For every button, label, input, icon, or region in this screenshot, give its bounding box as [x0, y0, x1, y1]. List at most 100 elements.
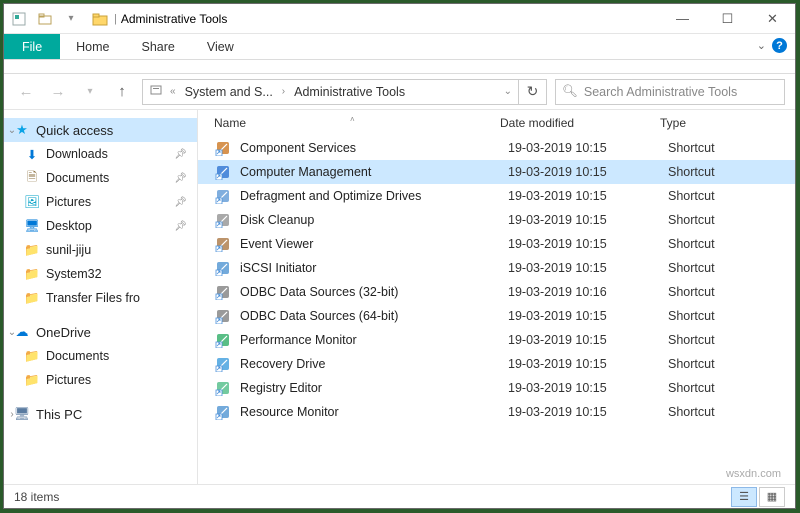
file-date: 19-03-2019 10:15	[508, 261, 668, 275]
shortcut-icon	[214, 139, 232, 157]
maximize-button[interactable]: ☐	[705, 4, 750, 34]
nav-onedrive-pictures[interactable]: 📁 Pictures	[4, 368, 197, 392]
shortcut-icon	[214, 307, 232, 325]
file-date: 19-03-2019 10:16	[508, 285, 668, 299]
nav-pictures[interactable]: 🖼 Pictures 📌︎	[4, 190, 197, 214]
file-row[interactable]: iSCSI Initiator19-03-2019 10:15Shortcut	[198, 256, 795, 280]
file-date: 19-03-2019 10:15	[508, 381, 668, 395]
file-name: Recovery Drive	[240, 357, 508, 371]
pin-icon: 📌︎	[174, 221, 187, 232]
refresh-button[interactable]: ↻	[519, 79, 547, 105]
file-date: 19-03-2019 10:15	[508, 357, 668, 371]
desktop-icon: 🖥	[24, 218, 40, 234]
nav-onedrive-documents[interactable]: 📁 Documents	[4, 344, 197, 368]
nav-label: OneDrive	[36, 325, 91, 340]
file-type: Shortcut	[668, 333, 795, 347]
nav-documents[interactable]: 🗎 Documents 📌︎	[4, 166, 197, 190]
minimize-button[interactable]: —	[660, 4, 705, 34]
tab-home[interactable]: Home	[60, 34, 125, 59]
column-headers: Name ˄ Date modified Type	[198, 110, 795, 136]
expander-icon[interactable]: ›	[6, 409, 18, 420]
breadcrumb-item[interactable]: System and S...	[183, 85, 275, 99]
nav-quick-access[interactable]: ⌄ ★ Quick access	[4, 118, 197, 142]
nav-label: Pictures	[46, 373, 91, 387]
expander-icon[interactable]: ⌄	[6, 327, 18, 338]
view-details-button[interactable]: ☰	[731, 487, 757, 507]
file-date: 19-03-2019 10:15	[508, 309, 668, 323]
shortcut-icon	[214, 235, 232, 253]
file-name: Computer Management	[240, 165, 508, 179]
nav-recent-dropdown[interactable]: ▾	[78, 80, 102, 104]
nav-recent-folder[interactable]: 📁 System32	[4, 262, 197, 286]
shortcut-icon	[214, 379, 232, 397]
file-type: Shortcut	[668, 213, 795, 227]
column-type[interactable]: Type	[660, 116, 795, 130]
file-row[interactable]: Component Services19-03-2019 10:15Shortc…	[198, 136, 795, 160]
column-date[interactable]: Date modified	[500, 116, 660, 130]
nav-label: Quick access	[36, 123, 113, 138]
ribbon-expand-icon[interactable]: ⌄	[757, 39, 766, 52]
shortcut-icon	[214, 283, 232, 301]
chevron-right-icon[interactable]: «	[167, 86, 179, 97]
qat-newfolder-icon[interactable]	[34, 8, 56, 30]
folder-icon: 📁	[24, 290, 40, 306]
file-name: Disk Cleanup	[240, 213, 508, 227]
file-row[interactable]: Recovery Drive19-03-2019 10:15Shortcut	[198, 352, 795, 376]
folder-icon: 📁	[24, 372, 40, 388]
shortcut-icon	[214, 163, 232, 181]
shortcut-icon	[214, 355, 232, 373]
view-icons-button[interactable]: ▦	[759, 487, 785, 507]
shortcut-icon	[214, 259, 232, 277]
nav-this-pc[interactable]: › 🖥 This PC	[4, 402, 197, 426]
file-row[interactable]: Resource Monitor19-03-2019 10:15Shortcut	[198, 400, 795, 424]
shortcut-icon	[214, 403, 232, 421]
file-row[interactable]: Computer Management19-03-2019 10:15Short…	[198, 160, 795, 184]
nav-downloads[interactable]: ⬇ Downloads 📌︎	[4, 142, 197, 166]
column-name[interactable]: Name ˄	[210, 116, 500, 130]
title-separator: |	[114, 13, 117, 25]
tab-view[interactable]: View	[191, 34, 250, 59]
tab-share[interactable]: Share	[126, 34, 191, 59]
nav-onedrive[interactable]: ⌄ ☁ OneDrive	[4, 320, 197, 344]
nav-recent-folder[interactable]: 📁 Transfer Files fro	[4, 286, 197, 310]
address-dropdown-icon[interactable]: ⌄	[504, 86, 512, 97]
nav-forward-button[interactable]: →	[46, 80, 70, 104]
file-row[interactable]: Defragment and Optimize Drives19-03-2019…	[198, 184, 795, 208]
folder-icon: 📁	[24, 348, 40, 364]
expander-icon[interactable]: ⌄	[6, 125, 18, 136]
download-icon: ⬇	[24, 146, 40, 162]
close-button[interactable]: ✕	[750, 4, 795, 34]
file-type: Shortcut	[668, 261, 795, 275]
pin-icon: 📌︎	[174, 173, 187, 184]
explorer-window: ▾ | Administrative Tools — ☐ ✕ File Home…	[3, 3, 796, 509]
file-row[interactable]: ODBC Data Sources (32-bit)19-03-2019 10:…	[198, 280, 795, 304]
search-input[interactable]: 🔍︎ Search Administrative Tools	[555, 79, 785, 105]
file-row[interactable]: Event Viewer19-03-2019 10:15Shortcut	[198, 232, 795, 256]
nav-label: Desktop	[46, 219, 92, 233]
help-icon[interactable]: ?	[772, 38, 787, 53]
nav-recent-folder[interactable]: 📁 sunil-jiju	[4, 238, 197, 262]
file-tab[interactable]: File	[4, 34, 60, 59]
breadcrumb[interactable]: « System and S... › Administrative Tools…	[142, 79, 519, 105]
file-list-area: Name ˄ Date modified Type Component Serv…	[198, 110, 795, 484]
file-row[interactable]: Registry Editor19-03-2019 10:15Shortcut	[198, 376, 795, 400]
file-type: Shortcut	[668, 189, 795, 203]
breadcrumb-root-icon	[149, 83, 163, 100]
pin-icon: 📌︎	[174, 197, 187, 208]
file-date: 19-03-2019 10:15	[508, 333, 668, 347]
nav-desktop[interactable]: 🖥 Desktop 📌︎	[4, 214, 197, 238]
qat-properties-icon[interactable]	[8, 8, 30, 30]
file-row[interactable]: ODBC Data Sources (64-bit)19-03-2019 10:…	[198, 304, 795, 328]
navigation-pane[interactable]: ⌄ ★ Quick access ⬇ Downloads 📌︎ 🗎 Docume…	[4, 110, 198, 484]
nav-back-button[interactable]: ←	[14, 80, 38, 104]
breadcrumb-item[interactable]: Administrative Tools	[292, 85, 407, 99]
window-title: Administrative Tools	[121, 12, 228, 26]
file-row[interactable]: Performance Monitor19-03-2019 10:15Short…	[198, 328, 795, 352]
file-name: Component Services	[240, 141, 508, 155]
file-rows[interactable]: Component Services19-03-2019 10:15Shortc…	[198, 136, 795, 484]
file-date: 19-03-2019 10:15	[508, 165, 668, 179]
qat-dropdown-icon[interactable]: ▾	[60, 8, 82, 30]
file-row[interactable]: Disk Cleanup19-03-2019 10:15Shortcut	[198, 208, 795, 232]
file-type: Shortcut	[668, 309, 795, 323]
nav-up-button[interactable]: ↑	[110, 80, 134, 104]
